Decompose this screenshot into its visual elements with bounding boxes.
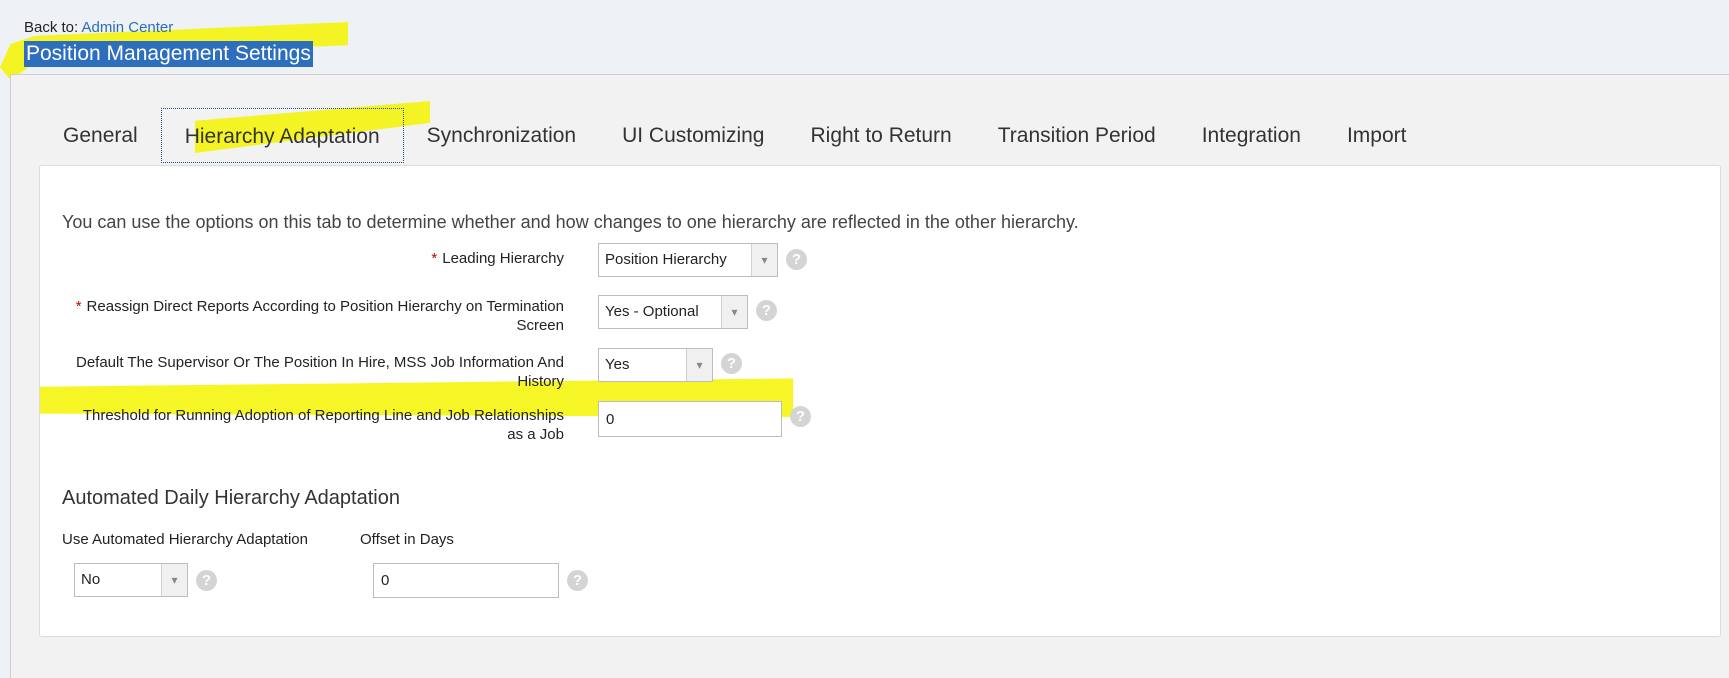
page-title: Position Management Settings bbox=[24, 41, 313, 67]
back-to-line: Back to: Admin Center bbox=[24, 19, 173, 36]
tab-general[interactable]: General bbox=[40, 108, 161, 163]
default-supervisor-select[interactable]: Yes ▾ bbox=[598, 348, 713, 382]
leading-hierarchy-select[interactable]: Position Hierarchy ▾ bbox=[598, 243, 778, 277]
offset-in-days-input[interactable] bbox=[373, 563, 559, 598]
reassign-direct-reports-label: * Reassign Direct Reports According to Po… bbox=[40, 297, 564, 335]
leading-hierarchy-label-text: Leading Hierarchy bbox=[442, 250, 564, 267]
intro-text: You can use the options on this tab to d… bbox=[62, 212, 1079, 232]
offset-in-days-label: Offset in Days bbox=[360, 531, 454, 548]
help-icon[interactable]: ? bbox=[567, 570, 588, 591]
default-supervisor-label-line2: History bbox=[517, 373, 564, 390]
use-automated-value: No bbox=[81, 571, 101, 588]
chevron-down-icon[interactable]: ▾ bbox=[161, 564, 187, 596]
default-supervisor-label-line1: Default The Supervisor Or The Position I… bbox=[75, 354, 564, 371]
chevron-down-icon[interactable]: ▾ bbox=[686, 349, 712, 381]
tab-content-hierarchy-adaptation: You can use the options on this tab to d… bbox=[39, 165, 1721, 637]
help-icon[interactable]: ? bbox=[721, 353, 742, 374]
threshold-label: Threshold for Running Adoption of Report… bbox=[40, 406, 564, 444]
help-icon[interactable]: ? bbox=[196, 570, 217, 591]
reassign-label-line2: Screen bbox=[516, 317, 564, 334]
required-marker: * bbox=[431, 250, 438, 267]
help-icon[interactable]: ? bbox=[786, 249, 807, 270]
automated-section-title: Automated Daily Hierarchy Adaptation bbox=[62, 487, 400, 509]
chevron-down-icon[interactable]: ▾ bbox=[721, 296, 747, 328]
reassign-value: Yes - Optional bbox=[605, 303, 699, 320]
use-automated-label: Use Automated Hierarchy Adaptation bbox=[62, 531, 308, 548]
reassign-label-line1: Reassign Direct Reports According to Pos… bbox=[86, 298, 564, 315]
threshold-input[interactable] bbox=[598, 401, 782, 437]
help-icon[interactable]: ? bbox=[756, 300, 777, 321]
use-automated-select[interactable]: No ▾ bbox=[74, 563, 188, 597]
help-icon[interactable]: ? bbox=[790, 406, 811, 427]
default-supervisor-value: Yes bbox=[605, 356, 630, 373]
tab-transition-period[interactable]: Transition Period bbox=[975, 108, 1179, 163]
required-marker: * bbox=[75, 298, 82, 315]
admin-center-link[interactable]: Admin Center bbox=[82, 19, 174, 36]
tab-synchronization[interactable]: Synchronization bbox=[404, 108, 599, 163]
default-supervisor-label: Default The Supervisor Or The Position I… bbox=[40, 353, 564, 391]
tab-integration[interactable]: Integration bbox=[1179, 108, 1324, 163]
chevron-down-icon[interactable]: ▾ bbox=[751, 244, 777, 276]
back-to-label: Back to: bbox=[24, 19, 79, 36]
tab-hierarchy-adaptation[interactable]: Hierarchy Adaptation bbox=[160, 108, 404, 163]
tab-import[interactable]: Import bbox=[1324, 108, 1430, 163]
tab-ui-customizing[interactable]: UI Customizing bbox=[599, 108, 787, 163]
leading-hierarchy-label: * Leading Hierarchy bbox=[40, 249, 564, 268]
leading-hierarchy-value: Position Hierarchy bbox=[605, 251, 727, 268]
tab-bar: General Hierarchy Adaptation Synchroniza… bbox=[40, 107, 1429, 163]
threshold-label-line1: Threshold for Running Adoption of Report… bbox=[82, 407, 564, 424]
threshold-label-line2: as a Job bbox=[507, 426, 564, 443]
tab-right-to-return[interactable]: Right to Return bbox=[787, 108, 974, 163]
reassign-direct-reports-select[interactable]: Yes - Optional ▾ bbox=[598, 295, 748, 329]
